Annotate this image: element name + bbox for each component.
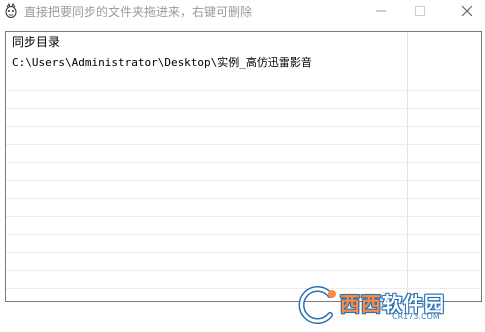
row-gridline	[6, 252, 481, 253]
row-gridline	[6, 126, 481, 127]
column-divider	[407, 32, 408, 301]
app-icon[interactable]	[3, 2, 19, 19]
row-gridline	[6, 90, 481, 91]
row-gridline	[6, 162, 481, 163]
site-watermark: 西西软件园 CR173.COM	[296, 283, 476, 327]
maximize-button[interactable]	[405, 0, 435, 22]
close-icon	[461, 5, 473, 17]
row-gridline	[6, 144, 481, 145]
maximize-icon	[415, 6, 425, 16]
minimize-button[interactable]	[366, 0, 396, 22]
close-button[interactable]	[452, 0, 482, 22]
sync-folder-list[interactable]: 同步目录 C:\Users\Administrator\Desktop\实例_高…	[5, 31, 482, 302]
row-gridline	[6, 108, 481, 109]
watermark-site: CR173.COM	[392, 312, 440, 321]
title-bar[interactable]: 直接把要同步的文件夹拖进来，右键可删除	[0, 0, 485, 24]
column-header-sync-dir[interactable]: 同步目录	[6, 32, 407, 52]
row-gridline	[6, 270, 481, 271]
list-item[interactable]: C:\Users\Administrator\Desktop\实例_高仿迅雷影音	[6, 54, 407, 72]
watermark-logo-icon	[298, 286, 336, 324]
row-gridline	[6, 234, 481, 235]
app-window: 直接把要同步的文件夹拖进来，右键可删除 同步目录 C:\Users\Admini…	[0, 0, 485, 332]
watermark-brand-part1: 西西	[340, 292, 382, 316]
row-gridline	[6, 198, 481, 199]
window-title: 直接把要同步的文件夹拖进来，右键可删除	[24, 5, 253, 19]
row-gridline	[6, 216, 481, 217]
minimize-icon	[376, 10, 386, 12]
row-gridline	[6, 180, 481, 181]
